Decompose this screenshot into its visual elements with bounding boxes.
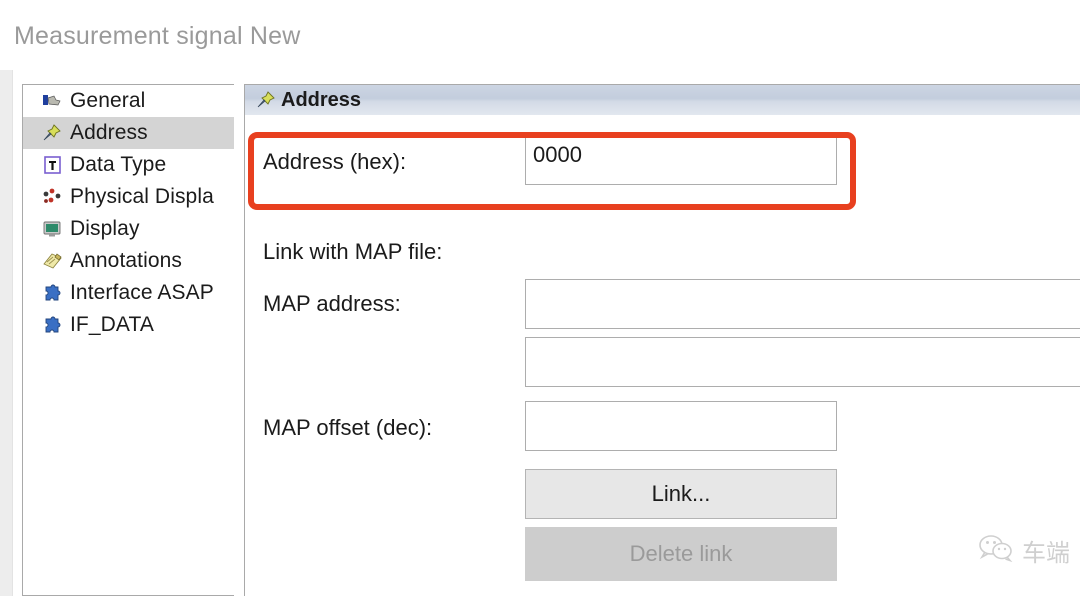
- sidebar-item-annotations[interactable]: Annotations: [23, 245, 234, 277]
- sidebar-item-label: Interface ASAP: [70, 281, 214, 304]
- address-hex-input[interactable]: 0000: [525, 137, 837, 185]
- puzzle-icon: [41, 283, 63, 303]
- pointer-flag-icon: [41, 91, 63, 111]
- wechat-icon: [978, 534, 1014, 567]
- map-address-label: MAP address:: [263, 291, 401, 316]
- map-address-secondary-input[interactable]: [525, 337, 1080, 387]
- sidebar-item-label: IF_DATA: [70, 313, 154, 336]
- sidebar-item-address[interactable]: Address: [23, 117, 234, 149]
- sidebar-item-label: General: [70, 89, 146, 112]
- address-hex-label: Address (hex):: [263, 149, 407, 174]
- watermark: 车端: [978, 533, 1070, 568]
- monitor-icon: [41, 219, 63, 239]
- sidebar-item-data-type[interactable]: Data Type: [23, 149, 234, 181]
- panel-header: Address: [245, 85, 1080, 115]
- delete-link-button: Delete link: [525, 527, 837, 581]
- sidebar-item-physical-display[interactable]: Physical Displa: [23, 181, 234, 213]
- puzzle-icon: [41, 315, 63, 335]
- sidebar-item-general[interactable]: General: [23, 85, 234, 117]
- address-settings-panel: Address Address (hex): 0000 Link with MA…: [244, 84, 1080, 596]
- panel-header-title: Address: [281, 88, 362, 111]
- notepad-icon: [41, 251, 63, 271]
- sidebar-item-label: Annotations: [70, 249, 183, 272]
- app-window: Measurement signal New General Address D…: [0, 0, 1080, 596]
- sidebar-item-label: Display: [70, 217, 140, 240]
- map-offset-label: MAP offset (dec):: [263, 415, 433, 440]
- gutter-edge-divider: [12, 70, 13, 596]
- page-title: Measurement signal New: [14, 22, 301, 50]
- pushpin-icon: [41, 123, 63, 143]
- sidebar-item-label: Data Type: [70, 153, 167, 176]
- sidebar-item-if-data[interactable]: IF_DATA: [23, 309, 234, 341]
- watermark-label: 车端: [1022, 539, 1070, 567]
- window-body: General Address Data Type Physical Displ…: [0, 70, 1080, 596]
- sidebar-item-interface-asap[interactable]: Interface ASAP: [23, 277, 234, 309]
- link-with-map-file-label: Link with MAP file:: [263, 239, 443, 264]
- sidebar-nav-list[interactable]: General Address Data Type Physical Displ…: [22, 84, 234, 596]
- sidebar-item-display[interactable]: Display: [23, 213, 234, 245]
- address-form: Address (hex): 0000 Link with MAP file: …: [245, 115, 1080, 596]
- physical-dots-icon: [41, 187, 63, 207]
- map-offset-input[interactable]: [525, 401, 837, 451]
- sidebar-item-label: Address: [70, 121, 148, 144]
- link-button[interactable]: Link...: [525, 469, 837, 519]
- datatype-t-icon: [41, 155, 63, 175]
- pushpin-icon: [255, 90, 277, 110]
- map-address-input[interactable]: [525, 279, 1080, 329]
- sidebar-item-label: Physical Displa: [70, 185, 214, 208]
